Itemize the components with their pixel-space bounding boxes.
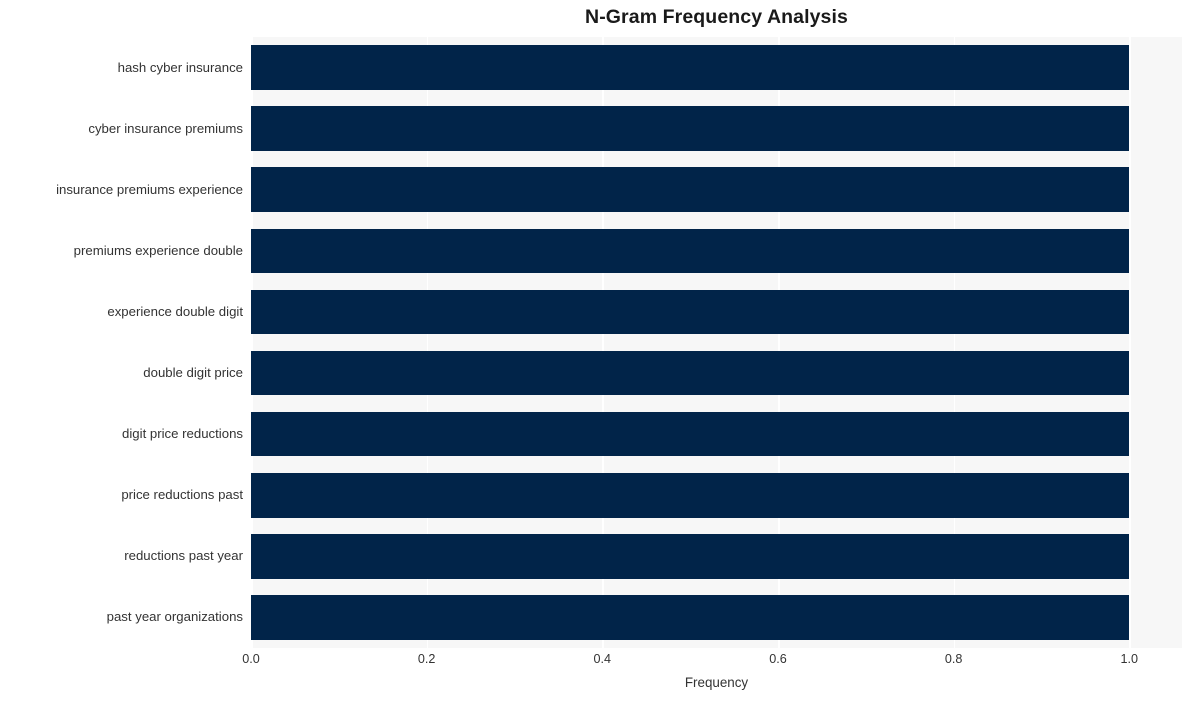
y-axis-tick-label: double digit price bbox=[143, 365, 243, 381]
bar[interactable] bbox=[251, 595, 1130, 640]
y-axis-tick-label: price reductions past bbox=[121, 487, 243, 503]
x-axis-tick-label: 0.4 bbox=[593, 652, 612, 666]
bar[interactable] bbox=[251, 106, 1130, 151]
bar[interactable] bbox=[251, 289, 1130, 335]
bar[interactable] bbox=[251, 472, 1130, 518]
bar[interactable] bbox=[251, 411, 1130, 457]
bar-row bbox=[251, 411, 1182, 457]
bar[interactable] bbox=[251, 350, 1130, 396]
plot-area bbox=[251, 37, 1182, 648]
bar-row bbox=[251, 472, 1182, 518]
x-axis-tick-label: 0.2 bbox=[417, 652, 436, 666]
bar[interactable] bbox=[251, 228, 1130, 274]
y-axis-tick-label: past year organizations bbox=[106, 609, 243, 625]
x-axis-tick-label: 0.6 bbox=[769, 652, 787, 666]
bar[interactable] bbox=[251, 167, 1130, 213]
y-axis-tick-label: digit price reductions bbox=[122, 426, 243, 442]
y-axis-tick-label: hash cyber insurance bbox=[117, 59, 243, 75]
bar[interactable] bbox=[251, 45, 1130, 90]
bar-row bbox=[251, 595, 1182, 640]
x-axis-tick-label: 1.0 bbox=[1120, 652, 1139, 666]
bar-row bbox=[251, 350, 1182, 396]
bar-row bbox=[251, 228, 1182, 274]
bar-series bbox=[251, 37, 1182, 648]
bar-row bbox=[251, 289, 1182, 335]
bar[interactable] bbox=[251, 534, 1130, 579]
chart-title: N-Gram Frequency Analysis bbox=[585, 6, 848, 28]
x-axis-ticks: 0.0 0.2 0.4 0.6 0.8 1.0 bbox=[242, 652, 1182, 672]
y-axis-tick-label: cyber insurance premiums bbox=[88, 120, 243, 136]
bar-row bbox=[251, 106, 1182, 151]
y-axis-tick-label: premiums experience double bbox=[73, 242, 243, 258]
bar-row bbox=[251, 167, 1182, 213]
x-axis-tick-label: 0.0 bbox=[242, 652, 260, 666]
x-axis-label: Frequency bbox=[684, 675, 749, 690]
y-axis-tick-label: insurance premiums experience bbox=[56, 181, 243, 197]
y-axis-labels: hash cyber insurance cyber insurance prem… bbox=[0, 37, 243, 648]
y-axis-tick-label: experience double digit bbox=[107, 303, 243, 319]
x-axis-tick-label: 0.8 bbox=[944, 652, 963, 666]
bar-row bbox=[251, 534, 1182, 579]
y-axis-tick-label: reductions past year bbox=[124, 548, 243, 564]
bar-row bbox=[251, 45, 1182, 90]
